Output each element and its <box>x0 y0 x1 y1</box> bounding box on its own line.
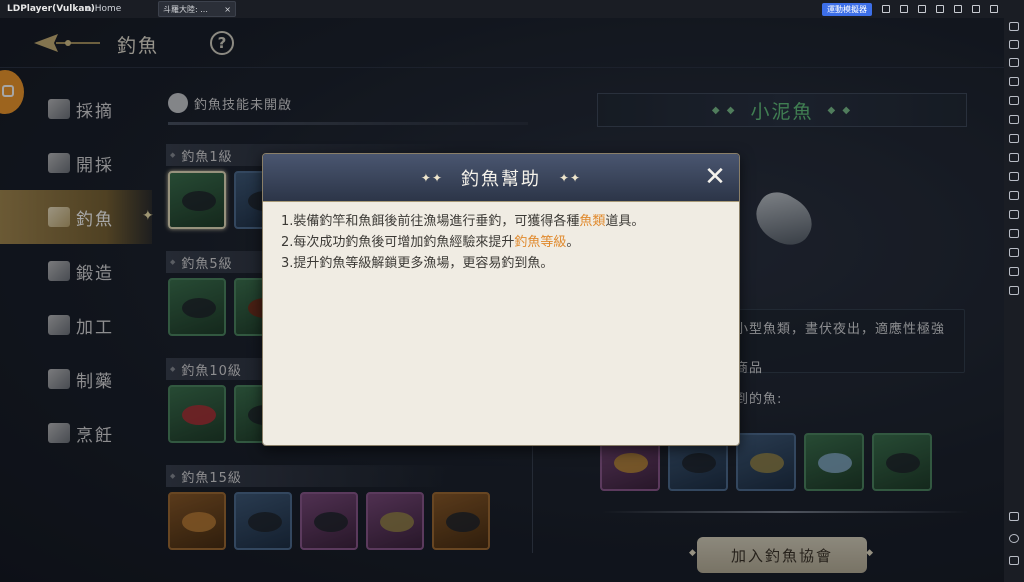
keyboard-icon[interactable] <box>1009 40 1019 49</box>
help-line: 2.每次成功釣魚後可增加釣魚經驗來提升釣魚等級。 <box>281 232 721 253</box>
emulator-logo: LDPlayer(Vulkan) <box>0 4 95 14</box>
restore-icon[interactable] <box>936 5 944 13</box>
emulator-titlebar: LDPlayer(Vulkan) ⌂ Home 斗羅大陸: ... × 運動模擬… <box>0 0 1004 18</box>
help-line: 3.提升釣魚等級解鎖更多漁場，更容易釣到魚。 <box>281 256 554 271</box>
motion-simulator-button[interactable]: 運動模擬器 <box>822 2 872 16</box>
screenshot-icon[interactable] <box>1009 134 1019 143</box>
window-close-icon[interactable] <box>990 5 998 13</box>
game-tab-label: 斗羅大陸: ... <box>163 4 208 14</box>
back-icon[interactable] <box>1009 512 1019 521</box>
home-icon: ⌂ <box>86 4 92 14</box>
help-highlight: 魚類 <box>579 214 606 229</box>
location-icon[interactable] <box>1009 267 1019 276</box>
rotate-icon[interactable] <box>1009 115 1019 124</box>
help-text: 道具。 <box>605 214 645 229</box>
help-highlight: 釣魚等級 <box>514 235 567 250</box>
settings-icon[interactable] <box>1009 22 1019 31</box>
close-icon[interactable]: ✕ <box>701 164 729 192</box>
help-text: 。 <box>566 235 580 250</box>
game-tab[interactable]: 斗羅大陸: ... × <box>158 1 236 17</box>
minimize-icon[interactable] <box>954 5 962 13</box>
maximize-icon[interactable] <box>972 5 980 13</box>
more-icon[interactable] <box>1009 286 1019 295</box>
gamepad-icon[interactable] <box>882 5 890 13</box>
emulator-app-name: LDPlayer(Vulkan) <box>7 4 95 14</box>
home-tab[interactable]: ⌂ Home <box>86 4 156 14</box>
game-screen: 釣魚 ? 採摘 開採 釣魚 鍛造 加工 制藥 烹飪 ✦ 釣魚技能未開啟 釣魚1級… <box>0 18 1004 582</box>
multi-instance-icon[interactable] <box>1009 191 1019 200</box>
help-dialog: ✦✦ 釣魚幫助 ✦✦ ✕ 1.裝備釣竿和魚餌後前往漁場進行垂釣，可獲得各種魚類道… <box>262 153 740 446</box>
fullscreen-icon[interactable] <box>1009 96 1019 105</box>
help-text: 2.每次成功釣魚後可增加釣魚經驗來提升 <box>281 235 515 250</box>
recents-icon[interactable] <box>1009 556 1019 565</box>
home-button-icon[interactable] <box>1009 534 1019 543</box>
help-text: 1.裝備釣竿和魚餌後前往漁場進行垂釣，可獲得各種 <box>281 214 580 229</box>
emulator-sidebar <box>1004 0 1024 582</box>
dialog-title: 釣魚幫助 <box>461 168 541 190</box>
record-icon[interactable] <box>1009 153 1019 162</box>
sync-icon[interactable] <box>1009 229 1019 238</box>
account-icon[interactable] <box>900 5 908 13</box>
menu-icon[interactable] <box>918 5 926 13</box>
home-tab-label: Home <box>94 4 122 14</box>
emulator-controls: 運動模擬器 <box>822 2 1004 16</box>
scissors-icon[interactable] <box>1009 172 1019 181</box>
folder-icon[interactable] <box>1009 248 1019 257</box>
volume-down-icon[interactable] <box>1009 77 1019 86</box>
sparkle-icon: ✦✦ <box>559 170 582 185</box>
help-line: 1.裝備釣竿和魚餌後前往漁場進行垂釣，可獲得各種魚類道具。 <box>281 211 721 232</box>
apk-icon[interactable] <box>1009 210 1019 219</box>
volume-up-icon[interactable] <box>1009 58 1019 67</box>
sparkle-icon: ✦✦ <box>420 170 443 185</box>
dialog-body: 1.裝備釣竿和魚餌後前往漁場進行垂釣，可獲得各種魚類道具。 2.每次成功釣魚後可… <box>263 202 739 445</box>
dialog-header: ✦✦ 釣魚幫助 ✦✦ ✕ <box>263 154 739 202</box>
tab-close-icon[interactable]: × <box>224 5 231 14</box>
